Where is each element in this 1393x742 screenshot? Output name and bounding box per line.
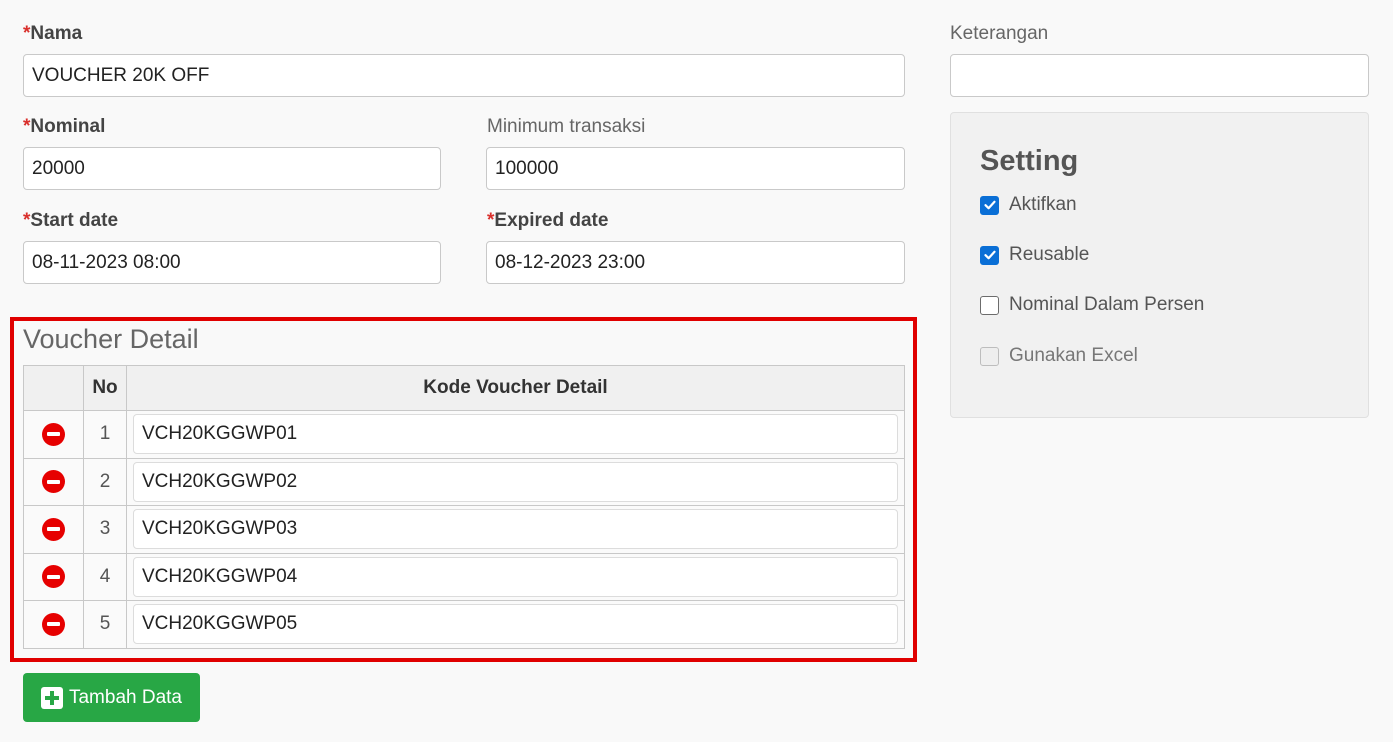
reusable-option[interactable]: Reusable xyxy=(980,243,1089,267)
check-icon xyxy=(983,250,996,260)
row-number: 2 xyxy=(83,457,127,506)
reusable-checkbox[interactable] xyxy=(980,245,999,265)
keterangan-label: Keterangan xyxy=(950,23,1049,44)
setting-title: Setting xyxy=(980,145,1079,177)
nama-input[interactable]: VOUCHER 20K OFF xyxy=(23,54,905,97)
remove-icon[interactable] xyxy=(42,422,65,446)
row-number: 5 xyxy=(83,600,127,649)
remove-icon[interactable] xyxy=(42,565,65,589)
no-column-header: No xyxy=(83,365,127,411)
nama-label: *Nama xyxy=(23,23,83,44)
remove-icon[interactable] xyxy=(42,612,65,636)
table-row: 4 VCH20KGGWP04 xyxy=(23,552,905,601)
kode-voucher-input[interactable]: VCH20KGGWP05 xyxy=(133,604,898,645)
row-number: 4 xyxy=(83,552,127,601)
nominal-dalam-persen-option[interactable]: Nominal Dalam Persen xyxy=(980,293,1204,317)
action-column-header xyxy=(23,365,84,411)
remove-icon[interactable] xyxy=(42,517,65,541)
table-row: 5 VCH20KGGWP05 xyxy=(23,600,905,649)
aktifkan-label: Aktifkan xyxy=(1009,194,1077,215)
tambah-data-button[interactable]: Tambah Data xyxy=(23,673,200,722)
aktifkan-checkbox[interactable] xyxy=(980,195,999,215)
nominal-input[interactable]: 20000 xyxy=(23,147,441,190)
nominal-label: *Nominal xyxy=(23,116,106,137)
row-number: 1 xyxy=(83,410,127,459)
kode-voucher-input[interactable]: VCH20KGGWP01 xyxy=(133,414,898,455)
table-row: 1 VCH20KGGWP01 xyxy=(23,410,905,459)
expired-date-input[interactable]: 08-12-2023 23:00 xyxy=(486,241,905,284)
plus-square-icon xyxy=(40,686,63,709)
reusable-label: Reusable xyxy=(1009,244,1090,265)
keterangan-input[interactable] xyxy=(950,54,1369,97)
gunakan-excel-option: Gunakan Excel xyxy=(980,344,1138,368)
minimum-transaksi-label: Minimum transaksi xyxy=(487,116,646,137)
voucher-detail-title: Voucher Detail xyxy=(23,324,199,354)
setting-panel: Setting Aktifkan Reusable Nominal Dalam … xyxy=(950,112,1369,418)
start-date-input[interactable]: 08-11-2023 08:00 xyxy=(23,241,441,284)
expired-date-label: *Expired date xyxy=(487,210,609,231)
gunakan-excel-label: Gunakan Excel xyxy=(1009,345,1138,366)
table-row: 2 VCH20KGGWP02 xyxy=(23,457,905,506)
kode-voucher-column-header: Kode Voucher Detail xyxy=(126,365,905,411)
start-date-label: *Start date xyxy=(23,210,119,231)
nominal-dalam-persen-checkbox[interactable] xyxy=(980,295,999,315)
gunakan-excel-checkbox xyxy=(980,346,999,366)
row-number: 3 xyxy=(83,505,127,554)
aktifkan-option[interactable]: Aktifkan xyxy=(980,193,1077,217)
remove-icon[interactable] xyxy=(42,470,65,494)
tambah-data-label: Tambah Data xyxy=(68,686,182,708)
voucher-detail-table: No Kode Voucher Detail 1 VCH20KGGWP01 2 … xyxy=(23,365,905,649)
kode-voucher-input[interactable]: VCH20KGGWP02 xyxy=(133,461,898,502)
kode-voucher-input[interactable]: VCH20KGGWP04 xyxy=(133,556,898,597)
nominal-dalam-persen-label: Nominal Dalam Persen xyxy=(1009,294,1205,315)
check-icon xyxy=(983,200,996,210)
kode-voucher-input[interactable]: VCH20KGGWP03 xyxy=(133,509,898,550)
table-header-row: No Kode Voucher Detail xyxy=(23,365,905,411)
minimum-transaksi-input[interactable]: 100000 xyxy=(486,147,905,190)
table-row: 3 VCH20KGGWP03 xyxy=(23,505,905,554)
